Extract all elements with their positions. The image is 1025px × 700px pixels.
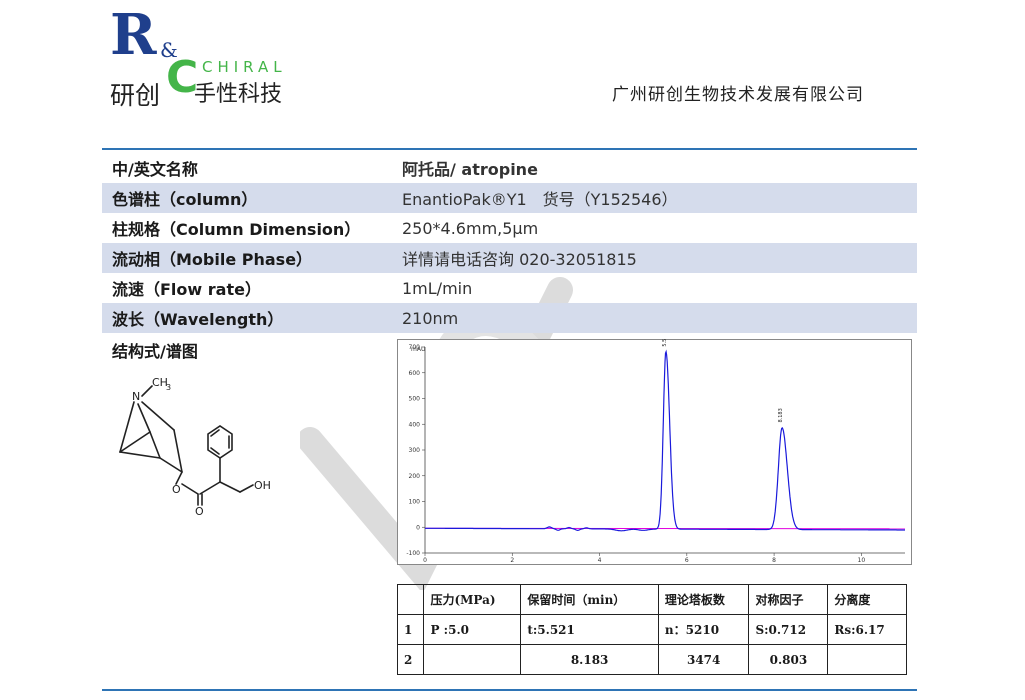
header-cell: 理论塔板数 <box>657 584 750 615</box>
spec-value: EnantioPak®Y1 货号（Y152546） <box>402 190 678 209</box>
peak-label: 5.521 <box>662 339 668 347</box>
y-tick-label: -100 <box>406 550 420 557</box>
spec-row-dimension: 柱规格（Column Dimension） 250*4.6mm,5µm <box>102 213 917 243</box>
spec-value: 1mL/min <box>402 278 473 298</box>
spec-key: 流速（Flow rate） <box>112 280 261 299</box>
spec-row-wavelength: 波长（Wavelength） 210nm <box>102 303 917 333</box>
logo-r-letter: R <box>110 2 157 68</box>
spec-row-name: 中/英文名称 阿托品/ atropine <box>102 153 917 183</box>
spec-row-column: 色谱柱（column） EnantioPak®Y1 货号（Y152546） <box>102 183 917 213</box>
logo-cn-left: 研创 <box>110 81 161 110</box>
x-tick-label: 10 <box>858 557 866 564</box>
spec-value: 250*4.6mm,5µm <box>402 218 539 238</box>
header-cell: 对称因子 <box>748 584 829 615</box>
top-divider <box>102 148 917 150</box>
y-tick-label: 0 <box>416 524 420 531</box>
spec-table: 中/英文名称 阿托品/ atropine 色谱柱（column） Enantio… <box>102 153 917 333</box>
table-cell: 3474 <box>657 644 750 675</box>
spec-key: 中/英文名称 <box>112 160 198 179</box>
y-tick-label: 400 <box>409 421 421 428</box>
x-tick-label: 4 <box>598 557 602 564</box>
company-name: 广州研创生物技术发展有限公司 <box>612 85 864 105</box>
header-cell: 保留时间（min） <box>520 584 659 615</box>
spec-value: 阿托品/ atropine <box>402 160 538 179</box>
peak-label: 8.183 <box>778 408 784 422</box>
table-cell: t:5.521 <box>520 614 659 645</box>
y-tick-label: 500 <box>409 396 421 403</box>
y-tick-label: 100 <box>409 499 421 506</box>
spec-value: 详情请电话咨询 020-32051815 <box>402 250 637 269</box>
table-cell: 1 <box>396 614 425 645</box>
logo-cn-right: 手性科技 <box>194 82 283 107</box>
spec-value: 210nm <box>402 308 459 328</box>
x-tick-label: 2 <box>510 557 514 564</box>
spec-key: 色谱柱（column） <box>112 190 258 209</box>
structure-label: 结构式/谱图 <box>112 342 198 361</box>
y-tick-label: 300 <box>409 447 421 454</box>
table-row: 2 8.183 3474 0.803 <box>396 644 907 675</box>
table-cell <box>423 644 522 675</box>
methyl-subscript: 3 <box>166 383 171 392</box>
y-tick-label: 700 <box>409 344 421 351</box>
company-logo: R & C CHIRAL 研创 手性科技 <box>110 2 310 110</box>
table-cell: P :5.0 <box>423 614 522 645</box>
logo-chiral-text: CHIRAL <box>202 58 287 76</box>
x-tick-label: 0 <box>423 557 427 564</box>
spec-key: 波长（Wavelength） <box>112 310 284 329</box>
table-cell: 8.183 <box>520 644 659 675</box>
header-cell <box>396 584 425 615</box>
header-cell: 分离度 <box>827 584 907 615</box>
table-cell <box>827 644 907 675</box>
spec-row-mobile-phase: 流动相（Mobile Phase） 详情请电话咨询 020-32051815 <box>102 243 917 273</box>
hydroxyl-label: OH <box>254 479 271 492</box>
x-tick-label: 6 <box>685 557 689 564</box>
y-tick-label: 200 <box>409 473 421 480</box>
table-cell: Rs:6.17 <box>827 614 907 645</box>
table-cell: 2 <box>396 644 425 675</box>
bottom-divider <box>102 689 917 691</box>
results-header-row: 压力(MPa) 保留时间（min） 理论塔板数 对称因子 分离度 <box>396 584 907 615</box>
carbonyl-oxygen: O <box>195 505 204 515</box>
table-row: 1 P :5.0 t:5.521 n：5210 S:0.712 Rs:6.17 <box>396 614 907 645</box>
results-table: 压力(MPa) 保留时间（min） 理论塔板数 对称因子 分离度 1 P :5.… <box>396 584 907 675</box>
nitrogen-atom: N <box>132 390 140 403</box>
ester-oxygen: O <box>172 483 181 496</box>
header-cell: 压力(MPa) <box>423 584 522 615</box>
x-tick-label: 8 <box>772 557 776 564</box>
spec-key: 柱规格（Column Dimension） <box>112 220 361 239</box>
y-tick-label: 600 <box>409 370 421 377</box>
table-cell: n：5210 <box>657 614 750 645</box>
chart-frame <box>397 339 912 565</box>
chromatogram-chart: mAU -10001002003004005006007000 2 4 6 8 10 5.… <box>397 339 912 565</box>
spec-key: 流动相（Mobile Phase） <box>112 250 313 269</box>
atropine-structure-diagram: N CH 3 O O OH <box>119 376 271 515</box>
table-cell: S:0.712 <box>748 614 829 645</box>
table-cell: 0.803 <box>748 644 829 675</box>
spec-row-flow-rate: 流速（Flow rate） 1mL/min <box>102 273 917 303</box>
